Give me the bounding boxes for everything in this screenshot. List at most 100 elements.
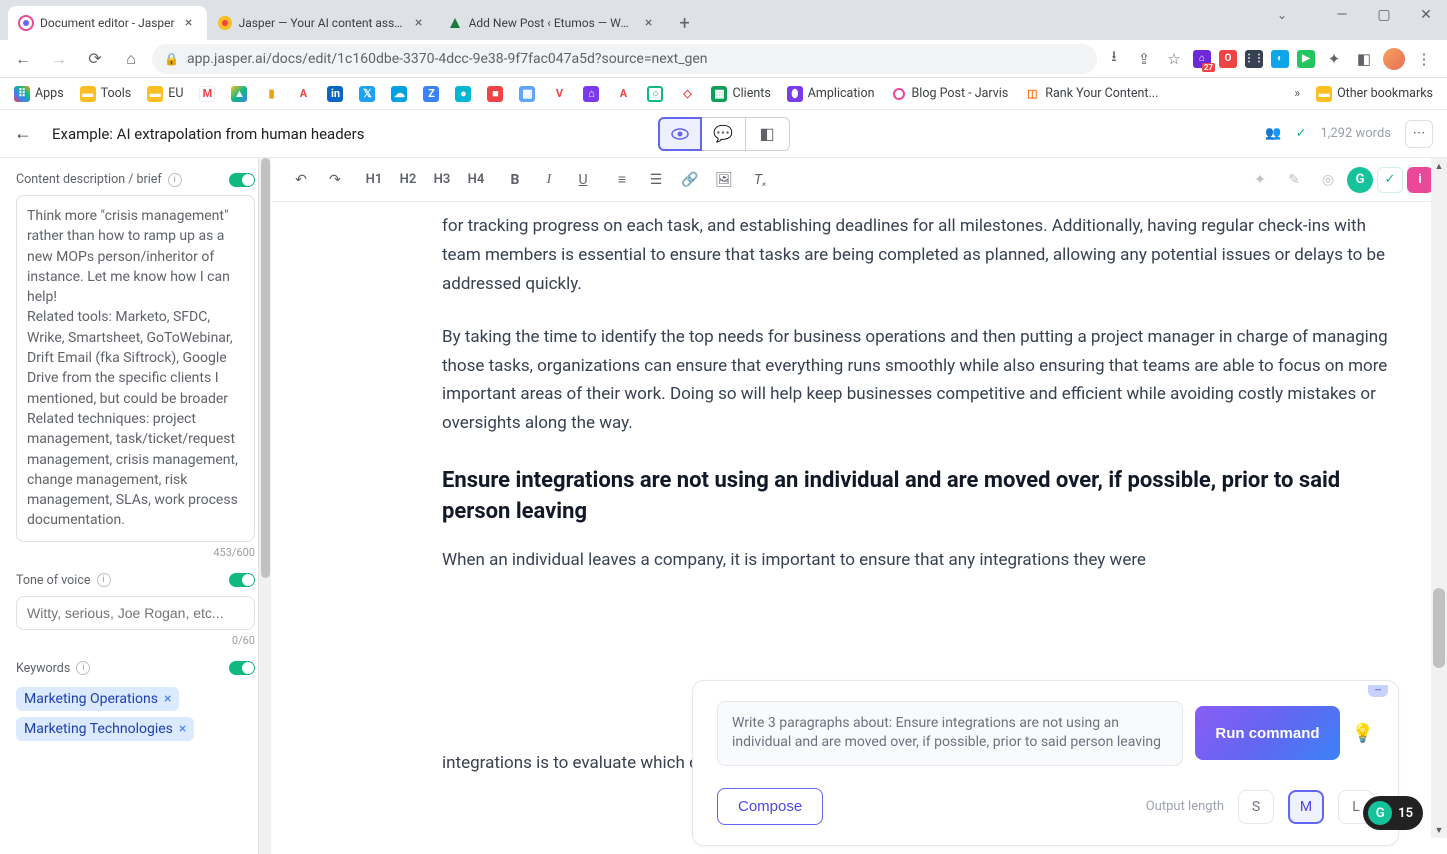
tone-input[interactable] <box>16 596 255 630</box>
info-icon[interactable]: i <box>97 573 111 587</box>
url-field[interactable]: 🔒 app.jasper.ai/docs/edit/1c160dbe-3370-… <box>152 44 1097 74</box>
h1-button[interactable]: H1 <box>359 165 389 195</box>
back-arrow-icon[interactable]: ← <box>14 123 38 144</box>
info-icon[interactable]: i <box>76 661 90 675</box>
sidepanel-icon[interactable]: ◧ <box>1353 48 1375 70</box>
minimize-icon[interactable]: — <box>1327 4 1357 26</box>
brief-toggle[interactable] <box>229 173 255 187</box>
heading-2[interactable]: Ensure integrations are not using an ind… <box>442 466 1399 528</box>
extension-icon[interactable]: ⌂27 <box>1193 50 1211 68</box>
bookmark[interactable]: Blog Post - Jarvis <box>885 82 1015 106</box>
bookmark[interactable]: Z <box>417 82 445 106</box>
close-icon[interactable]: × <box>411 15 427 31</box>
apps-bookmark[interactable]: ⠿Apps <box>8 82 70 106</box>
h2-button[interactable]: H2 <box>393 165 423 195</box>
keyword-tag[interactable]: Marketing Technologies× <box>16 717 194 741</box>
run-command-button[interactable]: Run command <box>1195 706 1339 760</box>
close-icon[interactable]: × <box>641 15 657 31</box>
star-icon[interactable]: ☆ <box>1163 48 1185 70</box>
circle-icon[interactable]: ◎ <box>1313 165 1343 195</box>
bookmark[interactable]: ○ <box>641 82 669 106</box>
bookmark[interactable]: ▦ <box>513 82 541 106</box>
bookmark[interactable]: ◫Rank Your Content... <box>1018 82 1164 106</box>
info-button[interactable]: i <box>1407 167 1433 193</box>
profile-avatar[interactable] <box>1383 48 1405 70</box>
install-icon[interactable]: ⭳ <box>1103 48 1125 70</box>
opera-extension-icon[interactable]: O <box>1219 50 1237 68</box>
forward-button[interactable]: → <box>44 44 74 74</box>
ai-sparkle-icon[interactable]: ✦ <box>1245 165 1275 195</box>
bold-button[interactable]: B <box>500 165 530 195</box>
italic-button[interactable]: I <box>534 165 564 195</box>
twitter-bookmark[interactable]: 𝕏 <box>353 82 381 106</box>
browser-tab-active[interactable]: Document editor - Jasper × <box>8 6 207 40</box>
adobe-bookmark[interactable]: A <box>609 82 637 106</box>
other-bookmarks[interactable]: ▬Other bookmarks <box>1310 82 1439 106</box>
edit-icon[interactable]: ✎ <box>1279 165 1309 195</box>
link-button[interactable]: 🔗 <box>675 165 705 195</box>
bookmark-folder[interactable]: ▬EU <box>141 82 189 106</box>
compose-button[interactable]: Compose <box>717 788 823 825</box>
brief-textarea[interactable]: Think more "crisis management" rather th… <box>16 195 255 542</box>
ordered-list-button[interactable]: ≡ <box>607 165 637 195</box>
paragraph[interactable]: When an individual leaves a company, it … <box>442 546 1399 575</box>
length-m-button[interactable]: M <box>1288 790 1324 824</box>
image-button[interactable]: 🖼 <box>709 165 739 195</box>
gmail-bookmark[interactable]: M <box>193 82 221 106</box>
tab-dropdown-icon[interactable]: ⌄ <box>1277 8 1287 22</box>
scroll-down-arrow[interactable]: ▼ <box>1431 822 1447 838</box>
linkedin-bookmark[interactable]: in <box>321 82 349 106</box>
grammarly-badge[interactable]: G 15 <box>1363 796 1423 830</box>
underline-button[interactable]: U <box>568 165 598 195</box>
h4-button[interactable]: H4 <box>461 165 491 195</box>
reload-button[interactable]: ⟳ <box>80 44 110 74</box>
length-s-button[interactable]: S <box>1238 790 1274 824</box>
bookmark[interactable]: ⌂ <box>577 82 605 106</box>
analytics-bookmark[interactable]: ▮ <box>257 82 285 106</box>
bookmark[interactable]: A <box>289 82 317 106</box>
close-icon[interactable]: × <box>181 15 197 31</box>
browser-tab[interactable]: Add New Post ‹ Etumos — Word × <box>437 6 667 40</box>
sheets-bookmark[interactable]: ▦Clients <box>705 82 776 106</box>
page-scrollbar[interactable]: ▲ ▼ <box>1431 158 1447 838</box>
unordered-list-button[interactable]: ☰ <box>641 165 671 195</box>
extension-icon[interactable]: ▶ <box>1297 50 1315 68</box>
paragraph[interactable]: for tracking progress on each task, and … <box>442 212 1399 299</box>
info-icon[interactable]: i <box>168 173 182 187</box>
keywords-toggle[interactable] <box>229 661 255 675</box>
sidebar-scrollbar[interactable] <box>258 158 272 854</box>
menu-icon[interactable]: ⋮ <box>1413 48 1435 70</box>
salesforce-bookmark[interactable]: ☁ <box>385 82 413 106</box>
more-menu[interactable]: ⋯ <box>1405 120 1433 148</box>
collaborators-icon[interactable]: 👥 <box>1265 126 1281 141</box>
extension-icon[interactable]: ◐ <box>1271 50 1289 68</box>
shield-check-icon[interactable]: ✓ <box>1377 167 1403 193</box>
extensions-icon[interactable]: ✦ <box>1323 48 1345 70</box>
close-window-icon[interactable]: ✕ <box>1411 4 1441 26</box>
share-icon[interactable]: ⇪ <box>1133 48 1155 70</box>
maximize-icon[interactable]: ▢ <box>1369 4 1399 26</box>
scroll-thumb[interactable] <box>1433 588 1445 668</box>
drive-bookmark[interactable]: ▲ <box>225 82 253 106</box>
undo-button[interactable]: ↶ <box>286 165 316 195</box>
bookmark[interactable]: ◇ <box>673 82 701 106</box>
bookmark[interactable]: ■ <box>481 82 509 106</box>
chat-mode-tab[interactable]: 💬 <box>702 117 746 151</box>
home-button[interactable]: ⌂ <box>116 44 146 74</box>
keyword-tag[interactable]: Marketing Operations× <box>16 687 179 711</box>
bookmark[interactable]: ⬮Amplication <box>781 82 881 106</box>
redo-button[interactable]: ↷ <box>320 165 350 195</box>
scroll-up-arrow[interactable]: ▲ <box>1431 158 1447 174</box>
new-tab-button[interactable]: + <box>671 9 699 37</box>
bookmark-folder[interactable]: ▬Tools <box>74 82 138 106</box>
browser-tab[interactable]: Jasper — Your AI content assistan × <box>207 6 437 40</box>
tone-toggle[interactable] <box>229 573 255 587</box>
bookmarks-overflow[interactable]: » <box>1288 86 1306 101</box>
extension-icon[interactable]: ⋮⋮ <box>1245 50 1263 68</box>
clear-format-button[interactable]: T× <box>743 165 773 195</box>
command-input[interactable]: Write 3 paragraphs about: Ensure integra… <box>717 701 1183 766</box>
grammarly-icon[interactable]: G <box>1347 167 1373 193</box>
lightbulb-icon[interactable]: 💡 <box>1352 723 1374 744</box>
document-title[interactable]: Example: AI extrapolation from human hea… <box>52 125 1251 143</box>
paragraph[interactable]: By taking the time to identify the top n… <box>442 323 1399 439</box>
